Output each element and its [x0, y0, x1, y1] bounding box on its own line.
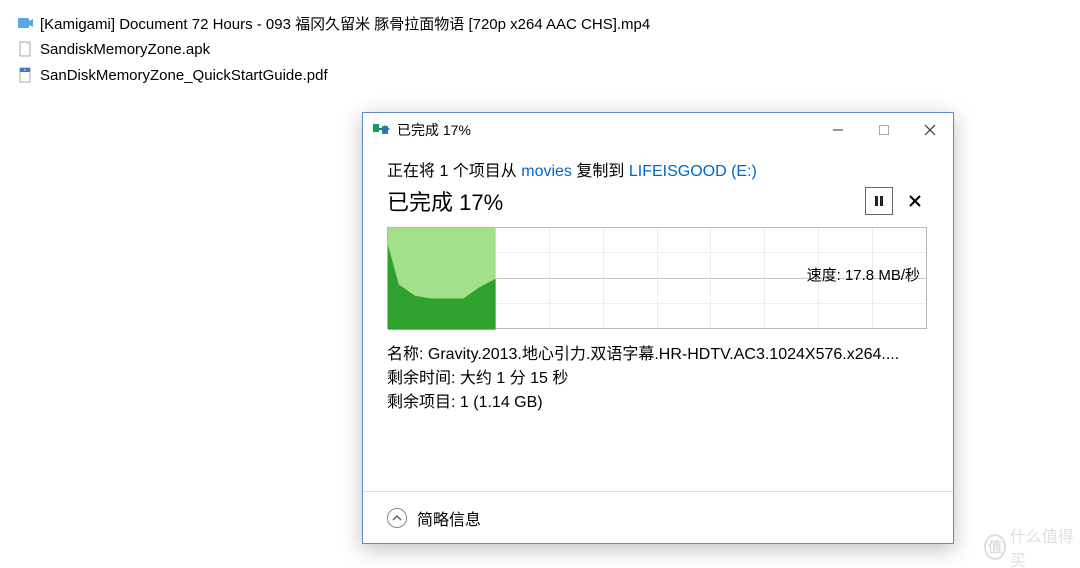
copy-icon [371, 120, 391, 140]
speed-label: 速度: 17.8 MB/秒 [807, 264, 920, 285]
desc-text: 复制到 [572, 163, 629, 180]
dialog-body: 正在将 1 个项目从 movies 复制到 LIFEISGOOD (E:) 已完… [363, 147, 953, 491]
value: Gravity.2013.地心引力.双语字幕.HR-HDTV.AC3.1024X… [428, 346, 899, 363]
copy-details: 名称: Gravity.2013.地心引力.双语字幕.HR-HDTV.AC3.1… [387, 343, 929, 415]
copy-description: 正在将 1 个项目从 movies 复制到 LIFEISGOOD (E:) [387, 157, 929, 181]
window-controls [815, 113, 953, 147]
file-name: SanDiskMemoryZone_QuickStartGuide.pdf [40, 67, 328, 84]
watermark-coin: 值 [984, 534, 1006, 560]
video-icon [16, 14, 34, 32]
file-item[interactable]: e SanDiskMemoryZone_QuickStartGuide.pdf [12, 64, 1068, 86]
pdf-icon: e [16, 66, 34, 84]
file-item[interactable]: SandiskMemoryZone.apk [12, 38, 1068, 60]
footer-text[interactable]: 简略信息 [417, 506, 481, 530]
file-name: [Kamigami] Document 72 Hours - 093 福冈久留米… [40, 13, 650, 34]
svg-text:e: e [24, 68, 26, 72]
close-button[interactable] [907, 113, 953, 147]
pause-button[interactable] [865, 187, 893, 215]
watermark-text: 什么值得买 [1010, 523, 1074, 568]
cancel-button[interactable] [901, 187, 929, 215]
maximize-button[interactable] [861, 113, 907, 147]
watermark: 值 什么值得买 [984, 532, 1074, 562]
file-list: [Kamigami] Document 72 Hours - 093 福冈久留米… [0, 0, 1080, 86]
desc-text: 正在将 1 个项目从 [387, 163, 521, 180]
minimize-button[interactable] [815, 113, 861, 147]
file-item[interactable]: [Kamigami] Document 72 Hours - 093 福冈久留米… [12, 12, 1068, 34]
label: 剩余时间: [387, 370, 455, 387]
label: 名称: [387, 346, 423, 363]
dialog-footer: 简略信息 [363, 491, 953, 543]
titlebar[interactable]: 已完成 17% [363, 113, 953, 147]
progress-line: 已完成 17% [387, 185, 929, 217]
file-icon [16, 40, 34, 58]
file-name: SandiskMemoryZone.apk [40, 41, 210, 58]
copy-dialog: 已完成 17% 正在将 1 个项目从 movies 复制到 LIFEISGOOD… [362, 112, 954, 544]
source-link[interactable]: movies [521, 163, 572, 180]
collapse-icon[interactable] [387, 508, 407, 528]
detail-items: 剩余项目: 1 (1.14 GB) [387, 391, 927, 415]
value: 大约 1 分 15 秒 [460, 370, 568, 387]
detail-time: 剩余时间: 大约 1 分 15 秒 [387, 367, 927, 391]
progress-text: 已完成 17% [387, 185, 857, 217]
dialog-title: 已完成 17% [397, 120, 815, 140]
value: 1 (1.14 GB) [460, 394, 543, 411]
destination-link[interactable]: LIFEISGOOD (E:) [629, 163, 757, 180]
detail-name: 名称: Gravity.2013.地心引力.双语字幕.HR-HDTV.AC3.1… [387, 343, 927, 367]
speed-chart: 速度: 17.8 MB/秒 [387, 227, 927, 329]
label: 剩余项目: [387, 394, 455, 411]
